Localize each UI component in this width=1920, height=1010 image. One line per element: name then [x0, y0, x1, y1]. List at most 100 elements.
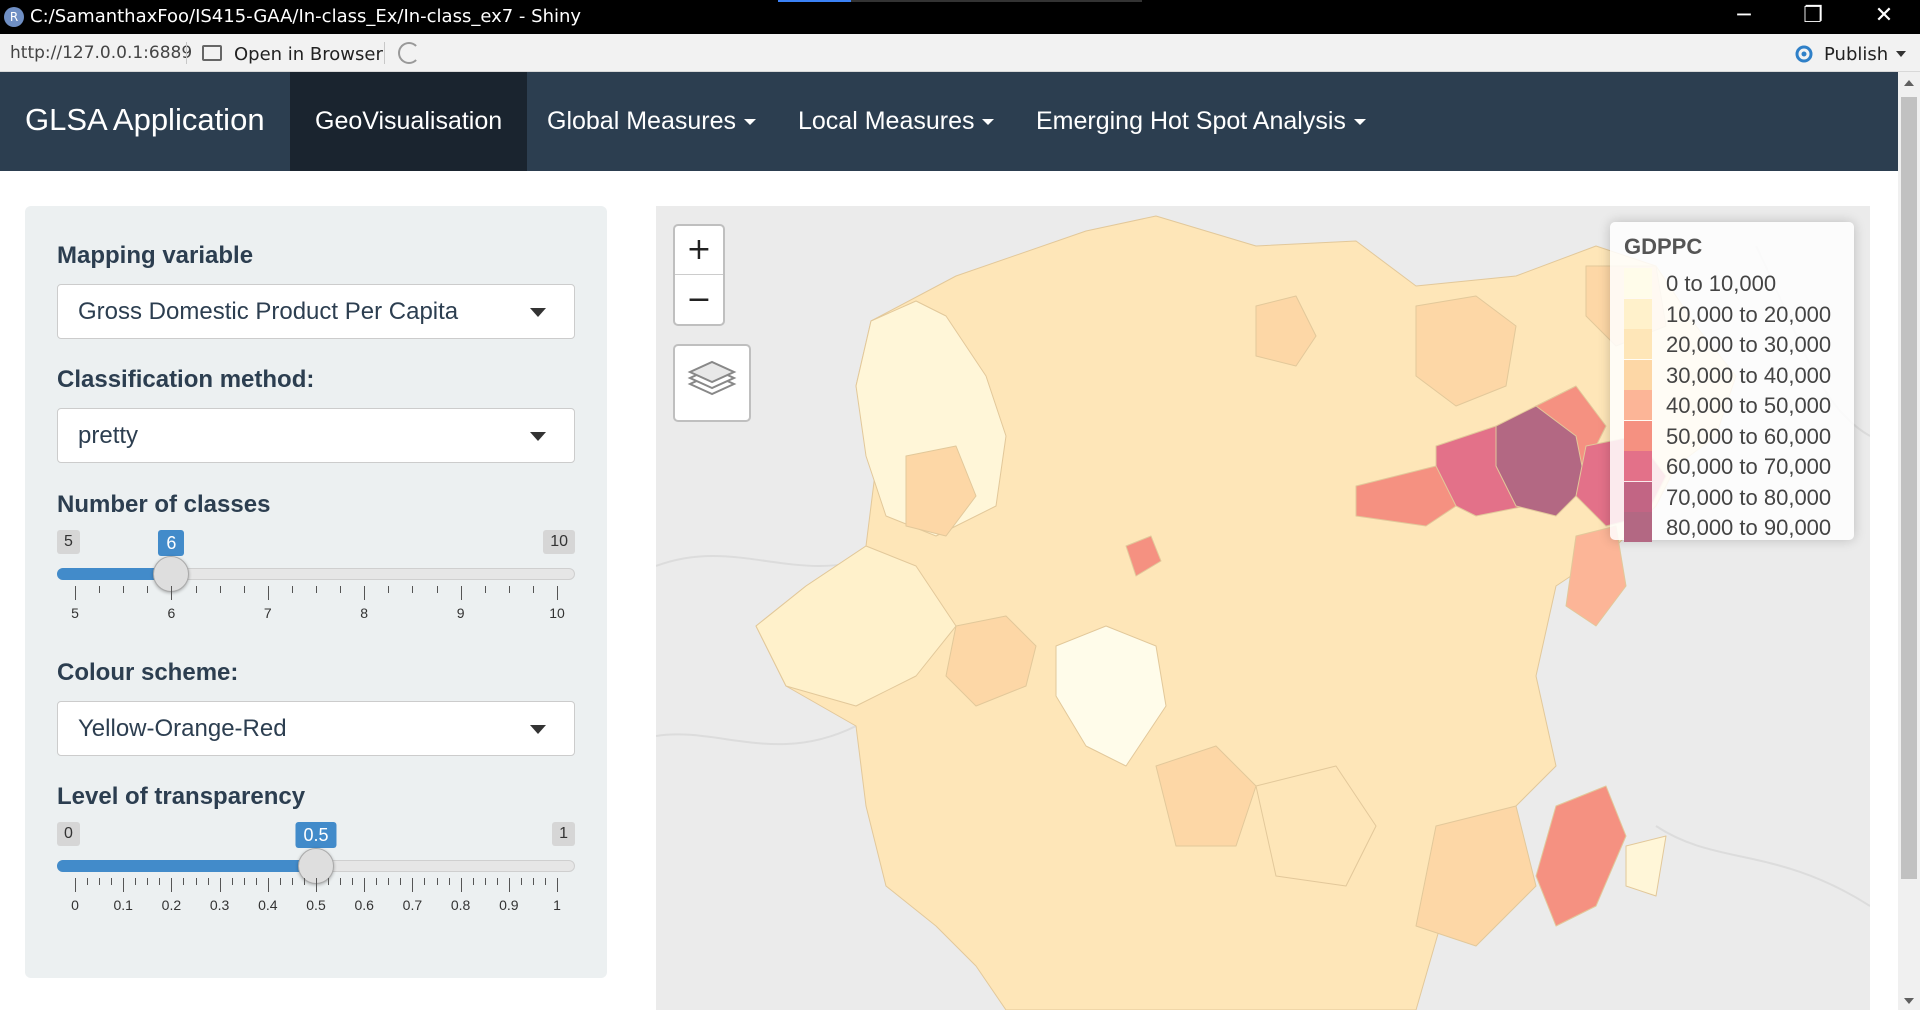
legend-row: 40,000 to 50,000 [1624, 390, 1854, 420]
slider-tick [291, 878, 293, 885]
slider-tick [532, 878, 534, 885]
slider-tick [340, 586, 342, 593]
transparency-label: Level of transparency [57, 783, 306, 810]
slider-tick-label: 0.9 [499, 897, 519, 913]
slider-tick [508, 586, 510, 593]
slider-tick [147, 586, 149, 593]
legend-row: 50,000 to 60,000 [1624, 420, 1854, 451]
slider-tick [557, 586, 558, 600]
slider-tick [183, 878, 185, 885]
slider-max-label: 1 [552, 822, 575, 846]
tab-local-measures[interactable]: Local Measures [773, 72, 1019, 171]
select-value: pretty [78, 422, 139, 449]
open-browser-icon[interactable] [202, 45, 222, 61]
slider-tick [243, 878, 245, 885]
choropleth-map[interactable]: + − GDPPC 0 to 10,000 10,000 to 20,000 20,… [656, 206, 1870, 1010]
zoom-in-button[interactable]: + [675, 226, 723, 275]
app-brand[interactable]: GLSA Application [25, 102, 265, 138]
slider-min-label: 0 [57, 822, 80, 846]
layers-icon [687, 360, 737, 396]
scroll-up-icon[interactable] [1904, 80, 1914, 86]
legend-label: 20,000 to 30,000 [1666, 332, 1832, 357]
region-southeast-hot [1535, 785, 1627, 927]
slider-tick [460, 586, 462, 600]
r-app-icon: R [4, 7, 24, 27]
slider-tick [255, 878, 257, 885]
slider-tick-label: 0.5 [306, 897, 326, 913]
loading-progress-fill [778, 0, 851, 2]
legend-swatch [1624, 298, 1652, 329]
slider-tick [316, 586, 317, 593]
legend-label: 80,000 to 90,000 [1666, 515, 1832, 540]
caret-down-icon [982, 119, 995, 126]
viewer-address-bar: http://127.0.0.1:6889 Open in Browser Pu… [0, 34, 1920, 72]
slider-tick [484, 878, 486, 885]
basemap-river [656, 725, 857, 746]
slider-tick [352, 878, 354, 885]
slider-tick [195, 878, 197, 885]
slider-tick-label: 0.4 [258, 897, 278, 913]
classification-method-select[interactable]: pretty [57, 408, 575, 463]
open-in-browser-button[interactable]: Open in Browser [234, 44, 383, 65]
zoom-control: + − [673, 224, 725, 326]
url-text[interactable]: http://127.0.0.1:6889 [10, 43, 192, 63]
tab-geovisualisation[interactable]: GeoVisualisation [290, 72, 528, 171]
publish-dropdown-icon[interactable] [1896, 51, 1906, 57]
restore-button[interactable]: ❐ [1785, 0, 1841, 34]
slider-tick [400, 878, 402, 885]
slider-tick [111, 878, 113, 885]
close-button[interactable]: ✕ [1856, 0, 1912, 34]
slider-tick [267, 878, 269, 892]
legend-label: 0 to 10,000 [1666, 271, 1777, 296]
zoom-out-button[interactable]: − [675, 276, 723, 325]
tab-emerging-hot-spot-analysis[interactable]: Emerging Hot Spot Analysis [1011, 72, 1391, 171]
legend-swatch [1624, 451, 1652, 481]
legend-row: 30,000 to 40,000 [1624, 359, 1854, 390]
legend-swatch [1624, 268, 1652, 298]
scroll-down-icon[interactable] [1904, 998, 1914, 1004]
slider-tick [436, 878, 438, 885]
number-of-classes-label: Number of classes [57, 491, 271, 518]
divider [384, 42, 385, 64]
slider-tick [436, 586, 438, 593]
publish-button[interactable]: Publish [1824, 44, 1888, 65]
slider-value-label: 6 [158, 530, 185, 556]
slider-tick [316, 878, 317, 892]
legend-swatch [1624, 390, 1652, 420]
slider-tick [328, 878, 330, 885]
legend-swatch [1624, 359, 1652, 390]
minimize-button[interactable]: ─ [1716, 0, 1772, 34]
slider-tick [219, 586, 221, 593]
slider-tick [135, 878, 137, 885]
legend-row: 70,000 to 80,000 [1624, 481, 1854, 512]
slider-tick-label: 10 [549, 605, 565, 621]
legend-row: 80,000 to 90,000 [1624, 512, 1854, 542]
legend-label: 50,000 to 60,000 [1666, 423, 1832, 449]
transparency-slider[interactable]: 0 1 0.5 0 0.1 0.2 0.3 0.4 0.5 0.6 0.7 0.8 0.9 1 [57, 822, 575, 922]
tab-global-measures[interactable]: Global Measures [522, 72, 781, 171]
colour-scheme-label: Colour scheme: [57, 659, 239, 686]
slider-tick-label: 0 [71, 897, 79, 913]
dropdown-arrow-icon [530, 308, 546, 317]
slider-tick [520, 878, 522, 885]
slider-tick [207, 878, 209, 885]
legend-label: 40,000 to 50,000 [1666, 393, 1832, 418]
slider-min-label: 5 [57, 530, 80, 554]
slider-tick [267, 586, 269, 600]
publish-icon[interactable] [1792, 44, 1816, 64]
mapping-variable-select[interactable]: Gross Domestic Product Per Capita [57, 284, 575, 339]
slider-tick [75, 586, 76, 600]
slider-tick [496, 878, 498, 885]
scrollbar-thumb[interactable] [1901, 97, 1917, 879]
number-of-classes-slider[interactable]: 5 10 6 5 6 7 8 9 10 [57, 530, 575, 630]
legend-swatch [1624, 512, 1652, 542]
mapping-variable-label: Mapping variable [57, 242, 254, 269]
window-title: C:/SamanthaxFoo/IS415-GAA/In-class_Ex/In… [30, 6, 582, 27]
slider-tick-label: 0.3 [209, 897, 230, 913]
refresh-icon[interactable] [398, 42, 420, 64]
page-scrollbar[interactable] [1898, 72, 1920, 1010]
layers-button[interactable] [673, 344, 751, 422]
slider-tick [364, 878, 366, 892]
colour-scheme-select[interactable]: Yellow-Orange-Red [57, 701, 575, 756]
select-value: Gross Domestic Product Per Capita [78, 298, 459, 325]
